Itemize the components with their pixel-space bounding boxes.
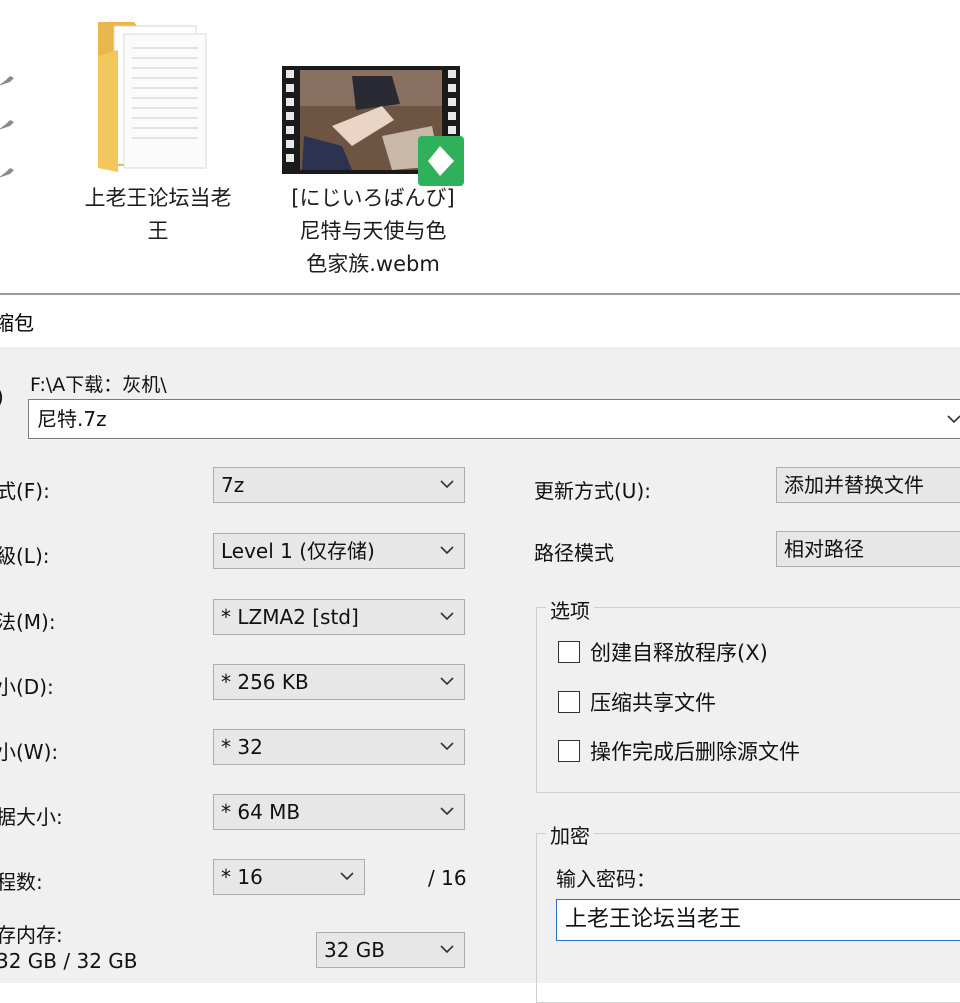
chevron-down-icon	[340, 872, 354, 881]
dialog-title: 缩包	[0, 311, 34, 335]
path-mode-label: 路径模式	[534, 541, 614, 565]
chevron-down-icon	[440, 612, 454, 621]
video-name-line: [にじいろばんび]	[291, 186, 455, 210]
archive-path: F:\A下载：灰机\	[30, 374, 167, 396]
add-to-archive-dialog: 缩包 ) F:\A下载：灰机\ 尼特.7z 式(F): 7z 級(L): Lev…	[0, 293, 960, 1003]
password-input[interactable]: 上老王论坛当老王	[556, 899, 960, 941]
options-title: 选项	[546, 595, 594, 624]
pin-icon[interactable]	[0, 74, 16, 88]
word-size-label: 小(W):	[0, 740, 59, 764]
solid-block-select[interactable]: * 64 MB	[213, 794, 465, 830]
memory-usage: 32 GB / 32 GB	[0, 949, 138, 973]
folder-name-line: 王	[147, 219, 169, 243]
checkbox-label: 压缩共享文件	[590, 691, 716, 715]
method-label: 法(M):	[0, 610, 56, 634]
memory-value: 32 GB	[324, 938, 386, 962]
compression-level-select[interactable]: Level 1 (仅存储)	[213, 533, 465, 569]
checkbox-label: 创建自释放程序(X)	[590, 641, 768, 665]
chevron-down-icon	[440, 677, 454, 686]
word-size-select[interactable]: * 32	[213, 729, 465, 765]
chevron-down-icon	[440, 480, 454, 489]
update-mode-value: 添加并替换文件	[784, 473, 924, 497]
level-value: Level 1 (仅存储)	[221, 539, 375, 563]
pin-icon[interactable]	[0, 118, 16, 132]
encryption-title: 加密	[546, 820, 594, 849]
compression-method-select[interactable]: * LZMA2 [std]	[213, 599, 465, 635]
memory-select[interactable]: 32 GB	[316, 932, 465, 968]
dictionary-value: * 256 KB	[221, 670, 309, 694]
folder-name-line: 上老王论坛当老	[84, 186, 232, 210]
password-value[interactable]: 上老王论坛当老王	[565, 907, 741, 932]
threads-select[interactable]: * 16	[213, 859, 365, 895]
folder-name: 上老王论坛当老 王	[60, 182, 256, 248]
chevron-down-icon	[440, 546, 454, 555]
path-mode-select[interactable]: 相对路径	[776, 531, 960, 567]
video-thumbnail-icon	[282, 66, 464, 186]
archive-name-value[interactable]: 尼特.7z	[37, 400, 107, 438]
video-file-name: [にじいろばんび] 尼特与天使与色 色家族.webm	[264, 182, 482, 281]
checkbox[interactable]	[558, 740, 580, 762]
archive-label: )	[0, 385, 4, 409]
folder-icon	[98, 22, 207, 172]
solid-block-label: 据大小:	[0, 805, 63, 829]
archive-name-combo[interactable]: 尼特.7z	[28, 399, 960, 439]
video-name-line: 色家族.webm	[306, 252, 440, 276]
threads-label: 程数:	[0, 870, 43, 894]
memory-label: 存内存:	[0, 923, 63, 947]
word-size-value: * 32	[221, 735, 263, 759]
checkbox-label: 操作完成后删除源文件	[590, 740, 800, 764]
dictionary-label: 小(D):	[0, 675, 54, 699]
update-mode-select[interactable]: 添加并替换文件	[776, 467, 960, 503]
chevron-down-icon	[440, 807, 454, 816]
format-select[interactable]: 7z	[213, 467, 465, 503]
chevron-down-icon	[440, 945, 454, 954]
format-value: 7z	[221, 473, 245, 497]
dictionary-size-select[interactable]: * 256 KB	[213, 664, 465, 700]
file-explorer-view: 上老王论坛当老 王 [にじいろばんび] 尼特与天使与色 色家族.webm	[0, 0, 960, 293]
pin-icon[interactable]	[0, 166, 16, 180]
dialog-titlebar[interactable]: 缩包	[0, 295, 960, 347]
chevron-down-icon[interactable]	[947, 414, 960, 424]
format-label: 式(F):	[0, 479, 50, 503]
update-mode-label: 更新方式(U):	[534, 479, 651, 503]
checkbox[interactable]	[558, 691, 580, 713]
path-mode-value: 相对路径	[784, 537, 864, 561]
password-label: 输入密码：	[556, 867, 656, 891]
threads-value: * 16	[221, 865, 263, 889]
threads-max: / 16	[428, 866, 467, 890]
method-value: * LZMA2 [std]	[221, 605, 359, 629]
checkbox[interactable]	[558, 641, 580, 663]
video-name-line: 尼特与天使与色	[299, 219, 447, 243]
level-label: 級(L):	[0, 544, 50, 568]
solid-block-value: * 64 MB	[221, 800, 301, 824]
chevron-down-icon	[440, 742, 454, 751]
